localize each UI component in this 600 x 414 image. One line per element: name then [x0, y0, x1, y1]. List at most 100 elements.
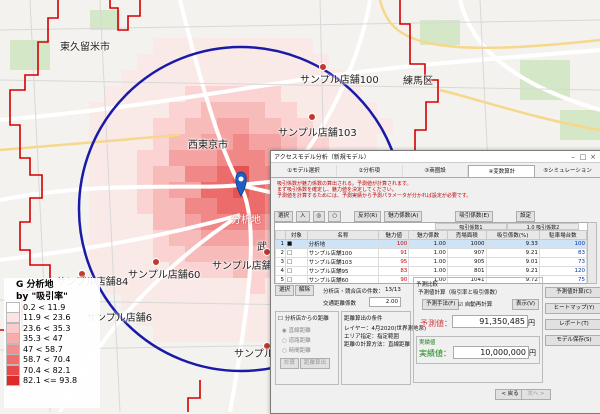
- heat-cell: [137, 54, 153, 70]
- table-cell[interactable]: □: [285, 248, 308, 258]
- tab-analysis[interactable]: ②分析項: [337, 165, 403, 177]
- heat-cell: [105, 198, 121, 214]
- tab-simulation[interactable]: ⑤シミュレーション: [535, 165, 600, 177]
- store-marker-icon[interactable]: [319, 63, 327, 71]
- radio-road[interactable]: ○ 道路距離: [282, 336, 311, 344]
- settings-button[interactable]: 設定: [516, 210, 536, 222]
- heat-cell: [201, 294, 217, 310]
- column-header[interactable]: 魅力係数: [408, 230, 448, 240]
- heat-cell: [233, 118, 249, 134]
- heat-cell: [249, 38, 265, 54]
- prediction-unit: 円: [528, 319, 535, 327]
- column-header[interactable]: 魅力値: [378, 230, 410, 240]
- heat-cell: [137, 198, 153, 214]
- heat-cell: [249, 166, 265, 182]
- forecast-method-button[interactable]: 予測手法(F): [422, 299, 460, 310]
- heat-cell: [249, 326, 265, 342]
- distance-options-title-text: 分析店からの距離: [284, 316, 329, 322]
- table-cell: 1.00: [408, 257, 448, 267]
- radio-time[interactable]: ○ 時間距離: [282, 346, 311, 354]
- minimize-icon[interactable]: –: [568, 153, 578, 161]
- heat-cell: [185, 102, 201, 118]
- actual-value-input[interactable]: 10,000,000: [453, 346, 529, 359]
- heat-cell: [249, 54, 265, 70]
- select-all-button[interactable]: 選択: [275, 285, 295, 296]
- distance-coef-input[interactable]: 2.00: [369, 297, 401, 307]
- distance-output-button[interactable]: 距離算出: [300, 358, 331, 369]
- conditions-area: エリア指定：指定範囲: [344, 334, 400, 340]
- forecast-group: 予測比較 予測値計算（吸引率と吸引係数） 予測手法(F) ☑ 自動再計算 表示(…: [413, 277, 543, 383]
- tab-variable-calc[interactable]: ④変数算計: [468, 165, 536, 177]
- store-marker-icon[interactable]: [308, 113, 316, 121]
- display-button[interactable]: 表示(V): [512, 299, 540, 310]
- heat-cell: [265, 54, 281, 70]
- tab-trade-area[interactable]: ③商圏設: [403, 165, 469, 177]
- column-header[interactable]: 吸引係数(%): [485, 230, 540, 240]
- forecast-subtitle: 予測値計算（吸引率と吸引係数）: [418, 290, 501, 296]
- table-cell: 2: [275, 248, 287, 258]
- heat-cell: [265, 86, 281, 102]
- table-row[interactable]: 4 □ サンプル店舗95 83 1.00 801 9.21 120: [275, 266, 587, 276]
- dialog-title: アクセスモデル分析（新規モデル）: [274, 154, 370, 161]
- heat-cell: [169, 310, 185, 326]
- save-model-button[interactable]: モデル保存(S): [545, 335, 600, 346]
- table-cell[interactable]: □: [285, 275, 308, 283]
- heat-cell: [201, 166, 217, 182]
- table-row[interactable]: 3 □ サンプル店舗103 95 1.00 905 9.01 73: [275, 257, 587, 267]
- store-marker-icon[interactable]: [152, 258, 160, 266]
- column-header[interactable]: [275, 230, 287, 240]
- tab-model-select[interactable]: ①モデル選択: [271, 165, 337, 177]
- actual-group-title: 実績値: [419, 340, 436, 346]
- clear-all-button[interactable]: 解除: [295, 285, 315, 296]
- calc-prediction-button[interactable]: 予測値計算(C): [545, 287, 600, 298]
- store-label: サンプル店舗103: [278, 128, 357, 139]
- auto-recalc-checkbox[interactable]: ☑ 自動再計算: [458, 300, 492, 308]
- table-cell: 1: [275, 239, 287, 249]
- heat-cell: [105, 214, 121, 230]
- place-label: 練馬区: [403, 76, 433, 87]
- heat-cell: [169, 294, 185, 310]
- column-header[interactable]: 対象: [285, 230, 308, 240]
- table-cell: 90: [378, 275, 410, 283]
- table-cell: 75: [538, 275, 587, 283]
- legend-row: 23.6 < 35.3: [4, 322, 100, 334]
- heat-cell: [249, 134, 265, 150]
- heat-cell: [89, 150, 105, 166]
- heat-cell: [185, 294, 201, 310]
- column-header[interactable]: 売場面積: [446, 230, 487, 240]
- table-cell: 9.21: [485, 266, 540, 276]
- grid-scrollbar[interactable]: [587, 222, 597, 284]
- select-button[interactable]: 選択: [274, 210, 294, 222]
- heat-cell: [105, 182, 121, 198]
- maximize-icon[interactable]: □: [578, 153, 588, 161]
- heatmap-button[interactable]: ヒートマップ(Y): [545, 303, 600, 314]
- table-cell[interactable]: □: [285, 257, 308, 267]
- column-header[interactable]: 名称: [306, 230, 380, 240]
- insert-button[interactable]: 入: [296, 210, 310, 222]
- next-button[interactable]: 次へ >: [521, 389, 551, 400]
- heat-cell: [153, 150, 169, 166]
- heat-cell: [249, 294, 265, 310]
- table-cell: 1.00: [408, 266, 448, 276]
- table-cell[interactable]: ■: [285, 239, 308, 249]
- table-row[interactable]: 1 ■ 分析地 100 1.00 1000 9.33 100: [275, 239, 587, 249]
- calc-distance-button[interactable]: 計算: [280, 358, 300, 369]
- attraction-coef-button[interactable]: 魅力係数(A): [384, 210, 423, 222]
- table-cell[interactable]: □: [285, 266, 308, 276]
- heat-cell: [233, 134, 249, 150]
- suction-coef-button[interactable]: 吸引係数(E): [455, 210, 494, 222]
- close-icon[interactable]: ×: [588, 153, 598, 161]
- reverse-button[interactable]: 反対(R): [354, 210, 382, 222]
- heat-cell: [185, 118, 201, 134]
- mark-button[interactable]: ◎: [312, 210, 326, 222]
- unmark-button[interactable]: ○: [328, 210, 342, 222]
- radio-straight[interactable]: ◉ 直線距離: [282, 326, 311, 334]
- heat-cell: [249, 310, 265, 326]
- report-button[interactable]: レポート(T): [545, 319, 600, 330]
- column-header[interactable]: 駐車場台数: [538, 230, 587, 240]
- table-row[interactable]: 2 □ サンプル店舗100 91 1.00 907 9.21 83: [275, 248, 587, 258]
- table-cell: 83: [378, 266, 410, 276]
- conditions-method: 距離の計算方法：直線距離: [344, 342, 411, 348]
- legend-row: 11.9 < 23.6: [4, 312, 100, 324]
- heat-cell: [249, 102, 265, 118]
